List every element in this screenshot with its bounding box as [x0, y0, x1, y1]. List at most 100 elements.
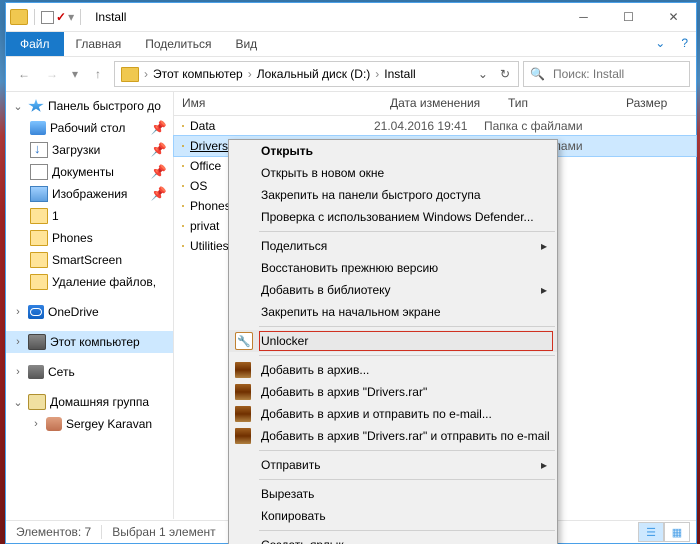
sidebar-user[interactable]: ›Sergey Karavan [6, 413, 173, 435]
context-menu: Открыть Открыть в новом окне Закрепить н… [228, 139, 558, 544]
sidebar-label: Загрузки [52, 143, 100, 157]
refresh-icon[interactable]: ↻ [494, 67, 516, 81]
ctx-create-shortcut[interactable]: Создать ярлык [229, 534, 557, 544]
app-icon[interactable] [10, 9, 28, 25]
sidebar-label: Этот компьютер [50, 335, 140, 349]
window-title: Install [89, 10, 561, 24]
minimize-button[interactable]: ─ [561, 3, 606, 31]
col-name[interactable]: Имя [174, 96, 382, 110]
file-row[interactable]: Data21.04.2016 19:41Папка с файлами [174, 116, 696, 136]
sidebar-pictures[interactable]: Изображения 📌 [6, 183, 173, 205]
sidebar-network[interactable]: ›Сеть [6, 361, 173, 383]
sidebar-onedrive[interactable]: ›OneDrive [6, 301, 173, 323]
breadcrumb[interactable]: Локальный диск (D:) [253, 67, 375, 81]
sidebar-label: Phones [52, 231, 93, 245]
recent-dropdown[interactable]: ▾ [68, 62, 82, 86]
folder-icon [182, 225, 184, 227]
status-selected: Выбран 1 элемент [101, 525, 225, 539]
close-button[interactable]: ✕ [651, 3, 696, 31]
ctx-defender-scan[interactable]: Проверка с использованием Windows Defend… [229, 206, 557, 228]
ctx-send-to[interactable]: Отправить▸ [229, 454, 557, 476]
sidebar-label: SmartScreen [52, 253, 122, 267]
status-count: Элементов: 7 [6, 525, 101, 539]
winrar-icon [235, 384, 251, 400]
folder-icon [182, 125, 184, 127]
ribbon-expand-icon[interactable]: ⌄ [647, 32, 673, 56]
search-input[interactable] [551, 66, 675, 82]
tab-file[interactable]: Файл [6, 32, 64, 56]
address-folder-icon [121, 67, 139, 82]
up-button[interactable]: ↑ [86, 62, 110, 86]
submenu-arrow-icon: ▸ [541, 458, 547, 472]
pin-icon: 📌 [151, 120, 167, 136]
forward-button[interactable]: → [40, 62, 64, 86]
folder-icon [182, 205, 184, 207]
sidebar-label: Документы [52, 165, 114, 179]
ribbon-tabs: Файл Главная Поделиться Вид ⌄ ? [6, 32, 696, 56]
sidebar-label: Удаление файлов, [52, 275, 156, 289]
sidebar-folder-phones[interactable]: Phones [6, 227, 173, 249]
sidebar-label: Сеть [48, 365, 75, 379]
col-size[interactable]: Размер [618, 96, 696, 110]
submenu-arrow-icon: ▸ [541, 283, 547, 297]
ctx-unlocker[interactable]: 🔧Unlocker [229, 330, 557, 352]
ctx-archive-name-email[interactable]: Добавить в архив "Drivers.rar" и отправи… [229, 425, 557, 447]
breadcrumb[interactable]: Install [380, 67, 419, 81]
ctx-add-archive[interactable]: Добавить в архив... [229, 359, 557, 381]
ctx-pin-quickaccess[interactable]: Закрепить на панели быстрого доступа [229, 184, 557, 206]
navigation-pane: ⌄Панель быстрого до Рабочий стол 📌 Загруз… [6, 91, 174, 519]
winrar-icon [235, 428, 251, 444]
winrar-icon [235, 406, 251, 422]
sidebar-label: Рабочий стол [50, 121, 125, 135]
navigation-bar: ← → ▾ ↑ › Этот компьютер › Локальный дис… [6, 56, 696, 92]
address-bar[interactable]: › Этот компьютер › Локальный диск (D:) ›… [114, 61, 519, 87]
search-box[interactable]: 🔍 [523, 61, 690, 87]
qat-dropdown-icon[interactable]: ▾ [68, 10, 74, 24]
submenu-arrow-icon: ▸ [541, 239, 547, 253]
folder-icon [182, 185, 184, 187]
sidebar-this-pc[interactable]: ›Этот компьютер [6, 331, 173, 353]
ctx-open[interactable]: Открыть [229, 140, 557, 162]
view-icons-button[interactable]: ▦ [664, 522, 690, 542]
column-headers: Имя Дата изменения Тип Размер [174, 91, 696, 116]
sidebar-label: Изображения [52, 187, 127, 201]
breadcrumb[interactable]: Этот компьютер [149, 67, 247, 81]
title-bar: ✓ ▾ Install ─ ☐ ✕ [6, 3, 696, 32]
ctx-add-archive-name[interactable]: Добавить в архив "Drivers.rar" [229, 381, 557, 403]
sidebar-label: Sergey Karavan [66, 417, 152, 431]
tab-share[interactable]: Поделиться [133, 32, 223, 56]
sidebar-documents[interactable]: Документы 📌 [6, 161, 173, 183]
pin-icon: 📌 [151, 186, 167, 202]
ctx-copy[interactable]: Копировать [229, 505, 557, 527]
maximize-button[interactable]: ☐ [606, 3, 651, 31]
help-icon[interactable]: ? [673, 32, 696, 56]
folder-icon [182, 165, 184, 167]
pin-icon: 📌 [151, 164, 167, 180]
sidebar-quick-access[interactable]: ⌄Панель быстрого до [6, 95, 173, 117]
col-date[interactable]: Дата изменения [382, 96, 500, 110]
ctx-include-library[interactable]: Добавить в библиотеку▸ [229, 279, 557, 301]
tab-home[interactable]: Главная [64, 32, 134, 56]
search-icon: 🔍 [524, 67, 551, 81]
ctx-cut[interactable]: Вырезать [229, 483, 557, 505]
ctx-pin-start[interactable]: Закрепить на начальном экране [229, 301, 557, 323]
sidebar-folder-delete[interactable]: Удаление файлов, [6, 271, 173, 293]
address-dropdown-icon[interactable]: ⌄ [472, 67, 494, 81]
pin-icon: 📌 [151, 142, 167, 158]
back-button[interactable]: ← [12, 62, 36, 86]
sidebar-desktop[interactable]: Рабочий стол 📌 [6, 117, 173, 139]
sidebar-homegroup[interactable]: ⌄Домашняя группа [6, 391, 173, 413]
col-type[interactable]: Тип [500, 96, 618, 110]
tab-view[interactable]: Вид [223, 32, 269, 56]
sidebar-folder-smartscreen[interactable]: SmartScreen [6, 249, 173, 271]
ctx-archive-email[interactable]: Добавить в архив и отправить по e-mail..… [229, 403, 557, 425]
ctx-share[interactable]: Поделиться▸ [229, 235, 557, 257]
qat-properties-icon[interactable] [41, 11, 54, 24]
sidebar-downloads[interactable]: Загрузки 📌 [6, 139, 173, 161]
ctx-restore-version[interactable]: Восстановить прежнюю версию [229, 257, 557, 279]
unlocker-icon: 🔧 [235, 332, 253, 350]
sidebar-folder-1[interactable]: 1 [6, 205, 173, 227]
ctx-open-new-window[interactable]: Открыть в новом окне [229, 162, 557, 184]
view-details-button[interactable]: ☰ [638, 522, 664, 542]
qat-check-icon[interactable]: ✓ [56, 10, 66, 24]
